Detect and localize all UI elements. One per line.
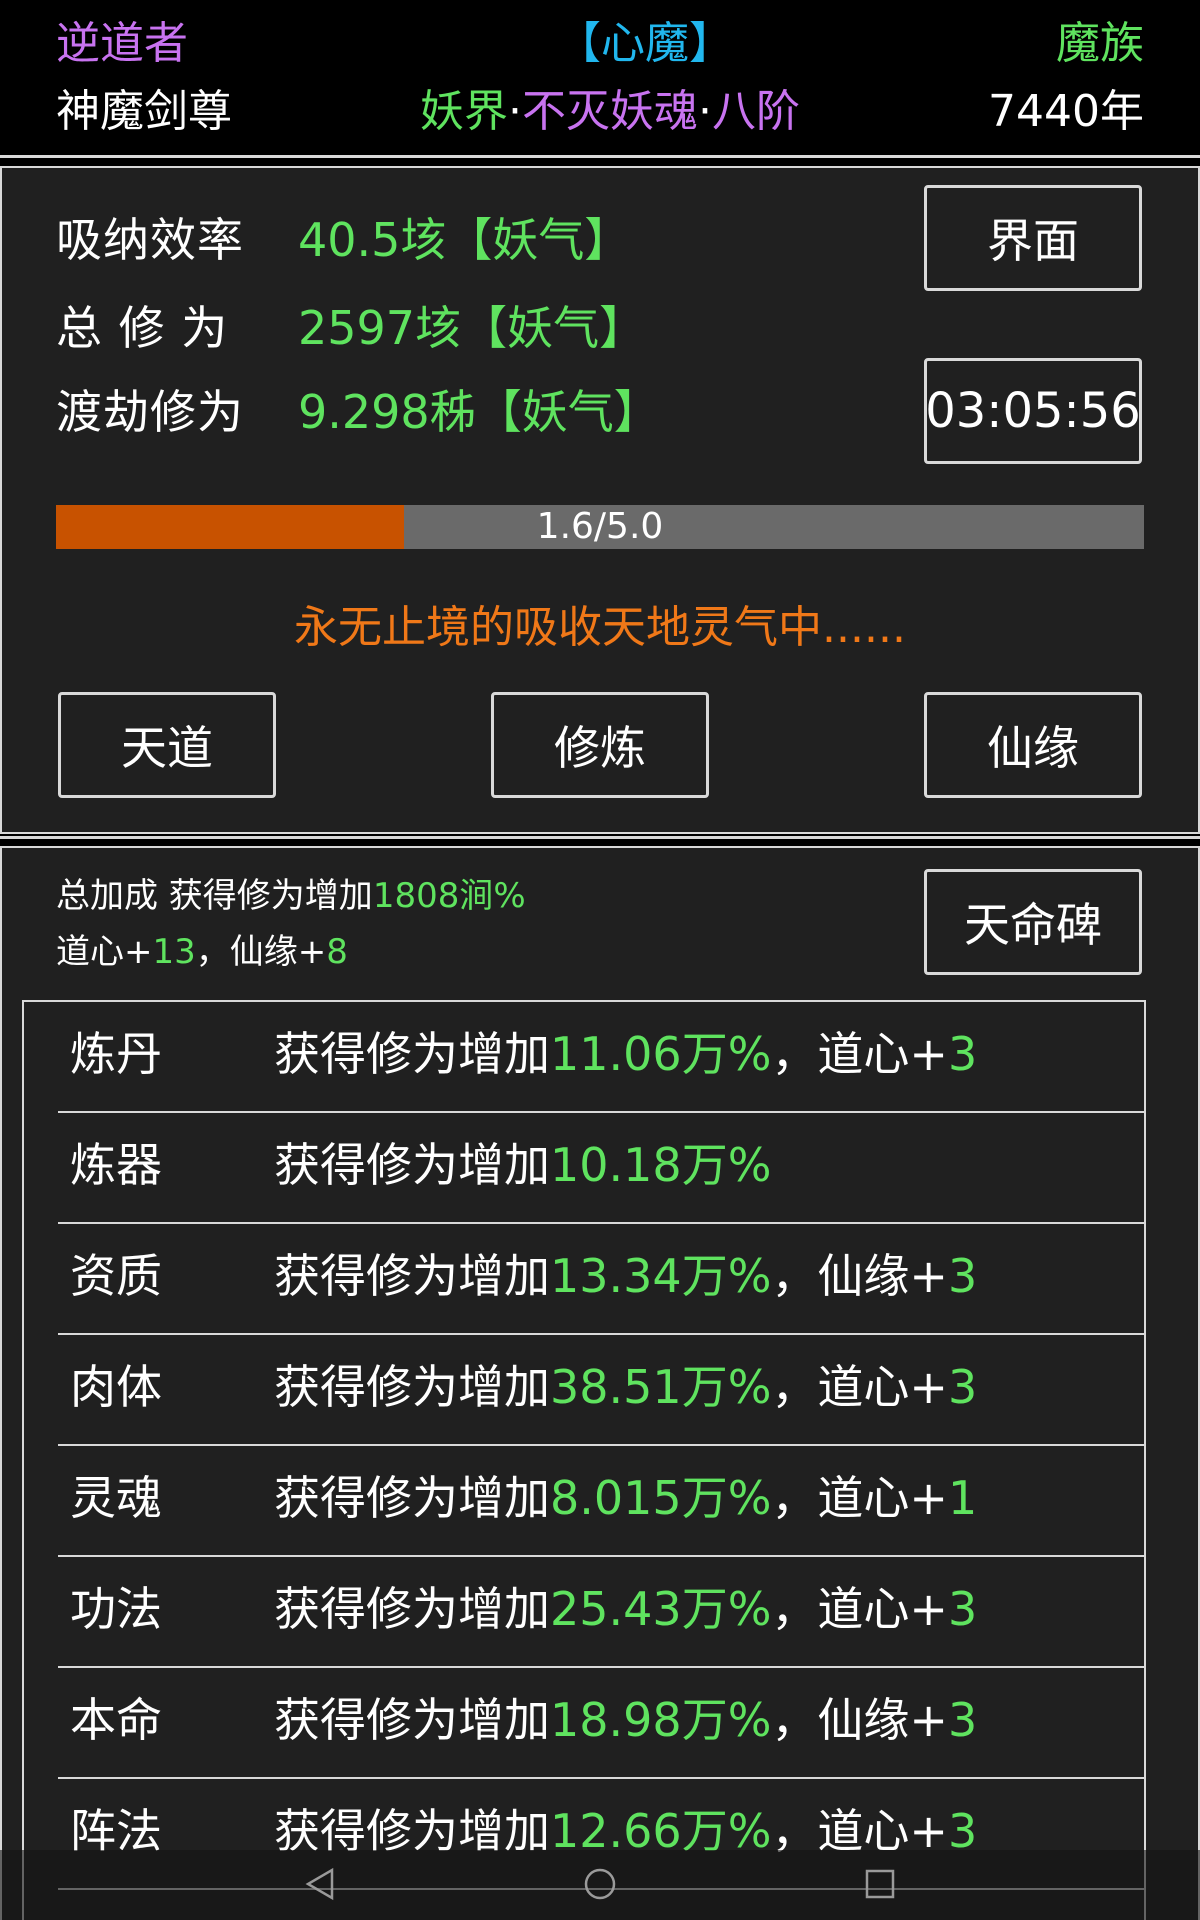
tiandao-button[interactable]: 天道 <box>58 692 276 798</box>
table-row: 炼丹 获得修为增加11.06万%，道心+3 <box>58 1002 1144 1113</box>
row-prefix: 获得修为增加 <box>274 1027 550 1081</box>
row-extra-value: 3 <box>947 1249 978 1303</box>
total-bonus-value: 1808涧% <box>372 876 526 916</box>
row-description: 获得修为增加18.98万%，仙缘+3 <box>274 1690 977 1750</box>
row-value: 18.98万% <box>550 1693 772 1747</box>
row-category: 灵魂 <box>70 1471 162 1525</box>
row-extra-label: ，道心+ <box>771 1027 948 1081</box>
home-circle-icon[interactable] <box>582 1866 618 1902</box>
row-extra-value: 3 <box>947 1582 978 1636</box>
row-description: 获得修为增加11.06万%，道心+3 <box>274 1024 977 1084</box>
daoxin-value: 13 <box>152 932 196 972</box>
age-years: 7440年 <box>988 86 1144 137</box>
table-row: 本命 获得修为增加18.98万%，仙缘+3 <box>58 1668 1144 1779</box>
table-row: 灵魂 获得修为增加8.015万%，道心+1 <box>58 1446 1144 1557</box>
interface-button[interactable]: 界面 <box>924 185 1142 291</box>
race-label: 魔族 <box>1056 18 1144 69</box>
total-attr-line: 道心+13，仙缘+8 <box>56 930 348 974</box>
row-extra-value: 3 <box>947 1360 978 1414</box>
row-extra-label: ，仙缘+ <box>771 1693 948 1747</box>
row-extra-label: ，道心+ <box>771 1360 948 1414</box>
row-category: 本命 <box>70 1693 162 1747</box>
xianyuan-label: ，仙缘+ <box>195 932 327 972</box>
dot-separator: · <box>508 86 522 137</box>
row-extra-value: 3 <box>947 1693 978 1747</box>
row-prefix: 获得修为增加 <box>274 1471 550 1525</box>
row-description: 获得修为增加13.34万%，仙缘+3 <box>274 1246 977 1306</box>
row-extra-label: ，道心+ <box>771 1582 948 1636</box>
xiulian-button[interactable]: 修炼 <box>491 692 709 798</box>
row-value: 13.34万% <box>550 1249 772 1303</box>
back-triangle-icon[interactable] <box>302 1866 338 1902</box>
cultivation-progress-bar: 1.6/5.0 <box>56 505 1144 549</box>
stat-label-tribulation: 渡劫修为 <box>56 385 244 439</box>
dot-separator: · <box>698 86 712 137</box>
realm-name: 妖界 <box>420 86 508 137</box>
total-bonus-prefix: 总加成 获得修为增加 <box>56 876 373 916</box>
row-extra-value: 3 <box>947 1027 978 1081</box>
row-value: 25.43万% <box>550 1582 772 1636</box>
stat-label-absorb: 吸纳效率 <box>56 213 244 267</box>
row-prefix: 获得修为增加 <box>274 1249 550 1303</box>
stat-value-total: 2597垓【妖气】 <box>298 301 646 355</box>
row-category: 炼丹 <box>70 1027 162 1081</box>
separator-line <box>0 155 1200 158</box>
bonus-table: 炼丹 获得修为增加11.06万%，道心+3 炼器 获得修为增加10.18万% 资质 获得修… <box>22 1000 1146 1920</box>
row-extra-value: 1 <box>947 1471 978 1525</box>
row-category: 炼器 <box>70 1138 162 1192</box>
table-row: 肉体 获得修为增加38.51万%，道心+3 <box>58 1335 1144 1446</box>
row-description: 获得修为增加10.18万% <box>274 1135 771 1195</box>
row-extra-label: ，道心+ <box>771 1471 948 1525</box>
progress-text: 1.6/5.0 <box>536 506 664 547</box>
status-message: 永无止境的吸收天地灵气中...... <box>294 602 906 653</box>
timer-button[interactable]: 03:05:56 <box>924 358 1142 464</box>
row-value: 38.51万% <box>550 1360 772 1414</box>
row-description: 获得修为增加8.015万%，道心+1 <box>274 1468 977 1528</box>
stat-value-tribulation: 9.298秭【妖气】 <box>298 385 660 439</box>
total-bonus-line: 总加成 获得修为增加1808涧% <box>56 874 526 918</box>
table-row: 炼器 获得修为增加10.18万% <box>58 1113 1144 1224</box>
row-prefix: 获得修为增加 <box>274 1582 550 1636</box>
xianyuan-button[interactable]: 仙缘 <box>924 692 1142 798</box>
row-category: 功法 <box>70 1582 162 1636</box>
row-value: 8.015万% <box>550 1471 772 1525</box>
row-prefix: 获得修为增加 <box>274 1693 550 1747</box>
row-value: 10.18万% <box>550 1138 772 1192</box>
system-nav-bar <box>0 1850 1200 1920</box>
row-prefix: 获得修为增加 <box>274 1138 550 1192</box>
heart-demon-label[interactable]: 【心魔】 <box>0 16 1200 72</box>
separator-line <box>0 836 1200 839</box>
row-prefix: 获得修为增加 <box>274 1360 550 1414</box>
row-value: 11.06万% <box>550 1027 772 1081</box>
daoxin-label: 道心+ <box>56 932 153 972</box>
header-bar: 逆道者 神魔剑尊 【心魔】 妖界·不灭妖魂·八阶 魔族 7440年 <box>0 0 1200 152</box>
stat-value-absorb: 40.5垓【妖气】 <box>298 213 631 267</box>
table-row: 资质 获得修为增加13.34万%，仙缘+3 <box>58 1224 1144 1335</box>
row-description: 获得修为增加38.51万%，道心+3 <box>274 1357 977 1417</box>
tianmingbei-button[interactable]: 天命碑 <box>924 869 1142 975</box>
row-extra-label: ，仙缘+ <box>771 1249 948 1303</box>
xianyuan-value: 8 <box>326 932 348 972</box>
row-description: 获得修为增加25.43万%，道心+3 <box>274 1579 977 1639</box>
row-category: 资质 <box>70 1249 162 1303</box>
table-row: 功法 获得修为增加25.43万%，道心+3 <box>58 1557 1144 1668</box>
stage-level: 八阶 <box>712 86 800 137</box>
body-type: 不灭妖魂 <box>522 86 698 137</box>
stat-label-total: 总 修 为 <box>56 301 229 355</box>
recent-square-icon[interactable] <box>862 1866 898 1902</box>
row-category: 肉体 <box>70 1360 162 1414</box>
